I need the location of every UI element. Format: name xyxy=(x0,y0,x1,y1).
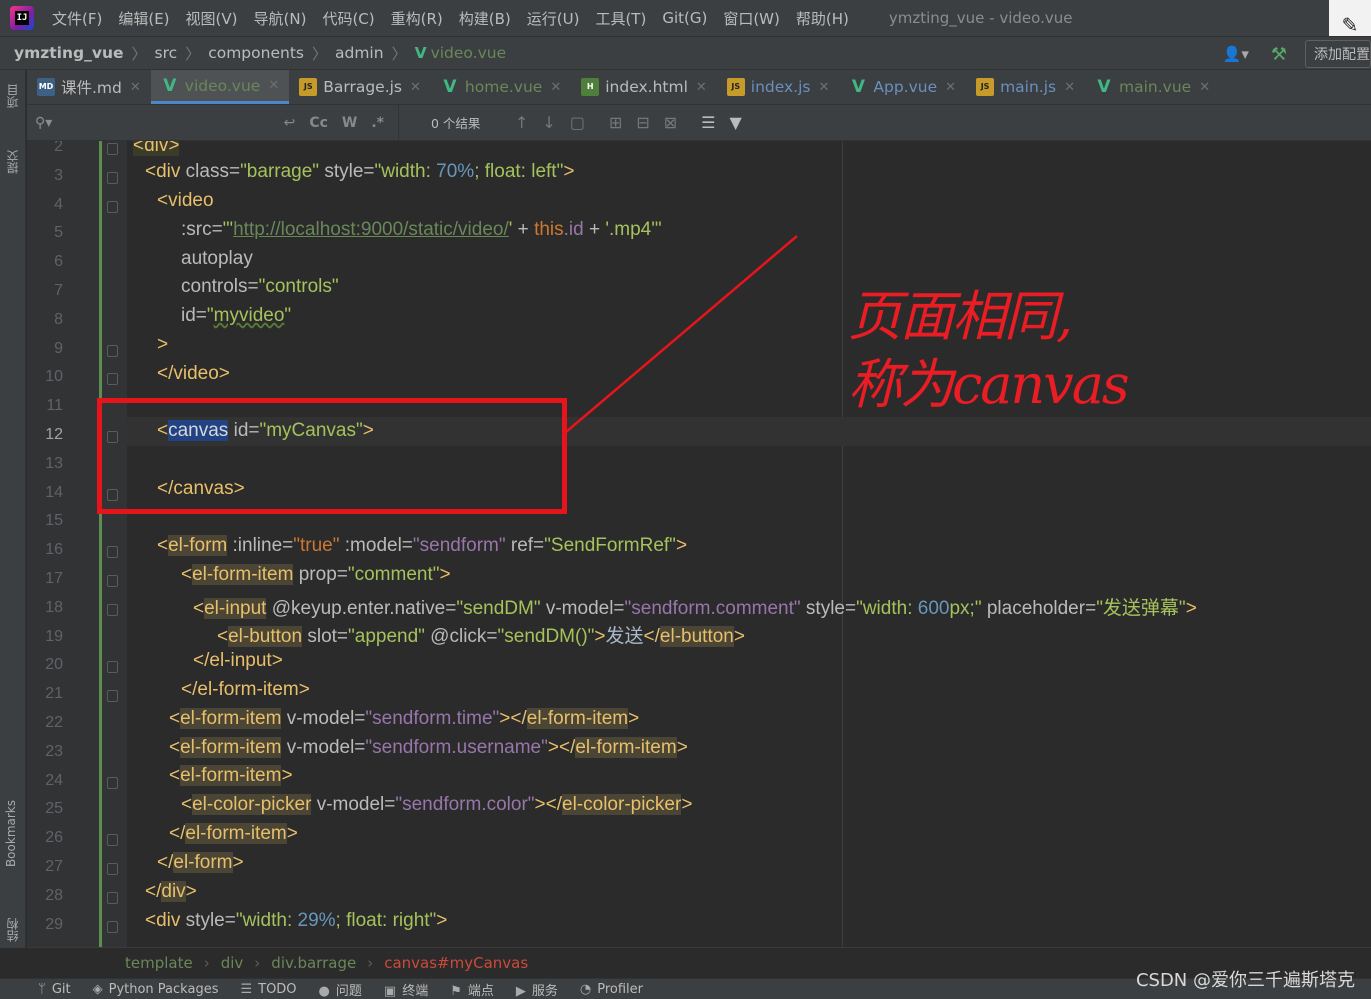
terminal-icon: ▣ xyxy=(383,983,397,999)
tool-label: Git xyxy=(51,981,71,997)
tool-terminal[interactable]: ▣ 终端 xyxy=(384,980,428,999)
tool-python-packages[interactable]: ◈ Python Packages xyxy=(93,982,219,997)
watermark: CSDN @爱你三千遍斯塔克 xyxy=(1135,970,1355,991)
tool-label: TODO xyxy=(258,981,297,997)
problems-icon: ● xyxy=(318,983,330,999)
python-packages-icon: ◈ xyxy=(92,981,103,997)
tool-services[interactable]: ▶ 服务 xyxy=(516,980,558,999)
tool-problems[interactable]: ● 问题 xyxy=(319,980,362,999)
tool-profiler[interactable]: ◔ Profiler xyxy=(580,982,643,997)
annotation-note: 页面相同, 称为canvas xyxy=(848,283,1130,419)
services-icon: ▶ xyxy=(515,983,526,999)
chevron-right-icon: › xyxy=(203,954,210,972)
tool-todo[interactable]: ☰ TODO xyxy=(240,982,296,997)
annotation-line-1: 页面相同, xyxy=(848,285,1073,348)
todo-icon: ☰ xyxy=(240,981,253,997)
crumb-div-barrage[interactable]: div.barrage xyxy=(271,954,356,972)
chevron-right-icon: › xyxy=(367,954,374,972)
tool-git[interactable]: ᛘ Git xyxy=(38,982,71,997)
tool-label: 问题 xyxy=(335,983,362,999)
tool-label: 端点 xyxy=(467,983,494,999)
annotation-highlight-box xyxy=(97,398,567,514)
tool-label: Python Packages xyxy=(108,981,219,997)
tool-label: 服务 xyxy=(531,983,558,999)
annotation-line xyxy=(565,235,798,433)
git-icon: ᛘ xyxy=(38,981,46,997)
crumb-div[interactable]: div xyxy=(221,954,244,972)
profiler-icon: ◔ xyxy=(579,981,592,997)
crumb-canvas[interactable]: canvas#myCanvas xyxy=(384,954,528,972)
crumb-template[interactable]: template xyxy=(125,954,193,972)
tool-label: 终端 xyxy=(402,983,429,999)
endpoints-icon: ⚑ xyxy=(450,983,462,999)
chevron-right-icon: › xyxy=(254,954,261,972)
tool-label: Profiler xyxy=(597,981,644,997)
tool-endpoints[interactable]: ⚑ 端点 xyxy=(450,980,494,999)
annotation-line-2: 称为canvas xyxy=(848,353,1130,416)
